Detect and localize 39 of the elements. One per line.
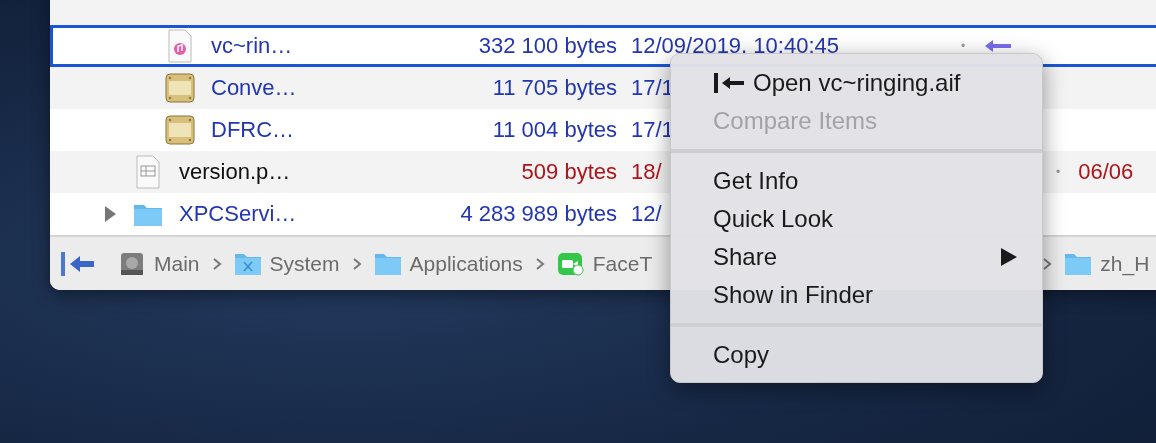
- bundle-icon: [165, 113, 195, 147]
- path-item[interactable]: zh_H: [1100, 251, 1150, 276]
- bundle-icon: [165, 71, 195, 105]
- file-name: version.p…: [179, 159, 291, 185]
- chevron-icon: [211, 256, 222, 271]
- menu-item[interactable]: Share: [671, 238, 1042, 276]
- file-size: 11 705 bytes: [491, 75, 617, 101]
- file-date: 06/06: [1078, 159, 1134, 185]
- chevron-icon: [1042, 256, 1053, 271]
- file-size: 509 bytes: [520, 159, 617, 185]
- path-item[interactable]: System: [269, 251, 340, 276]
- dot-marker: •: [1056, 165, 1061, 179]
- file-date: 17/1: [631, 117, 674, 143]
- document-icon: [133, 155, 163, 189]
- path-item[interactable]: Main: [154, 251, 200, 276]
- file-name: XPCServi…: [179, 201, 297, 227]
- chevron-icon: [534, 256, 545, 271]
- back-button[interactable]: [60, 249, 96, 278]
- dot-marker: •: [961, 39, 966, 53]
- file-date: 18/: [631, 159, 662, 185]
- disclosure-triangle-icon[interactable]: [103, 206, 117, 222]
- audio-file-icon: [165, 29, 195, 63]
- menu-item[interactable]: Copy: [671, 336, 1042, 374]
- file-size: 4 283 989 bytes: [459, 201, 617, 227]
- menu-item[interactable]: Open vc~ringing.aif: [671, 64, 1042, 102]
- path-item[interactable]: FaceT: [592, 251, 653, 276]
- file-size: 11 004 bytes: [491, 117, 617, 143]
- menu-item[interactable]: Quick Look: [671, 200, 1042, 238]
- menu-item[interactable]: Show in Finder: [671, 276, 1042, 314]
- video-call-app-icon: [556, 250, 585, 277]
- file-name: vc~rin…: [211, 33, 293, 59]
- file-date: 12/: [631, 201, 662, 227]
- file-date: 17/1: [631, 75, 674, 101]
- file-date: 12/09/2019, 10:40:45: [631, 33, 839, 59]
- chevron-icon: [351, 256, 362, 271]
- path-item[interactable]: Applications: [409, 251, 523, 276]
- file-name: Conve…: [211, 75, 297, 101]
- file-size: 332 100 bytes: [477, 33, 617, 59]
- file-name: DFRC…: [211, 117, 295, 143]
